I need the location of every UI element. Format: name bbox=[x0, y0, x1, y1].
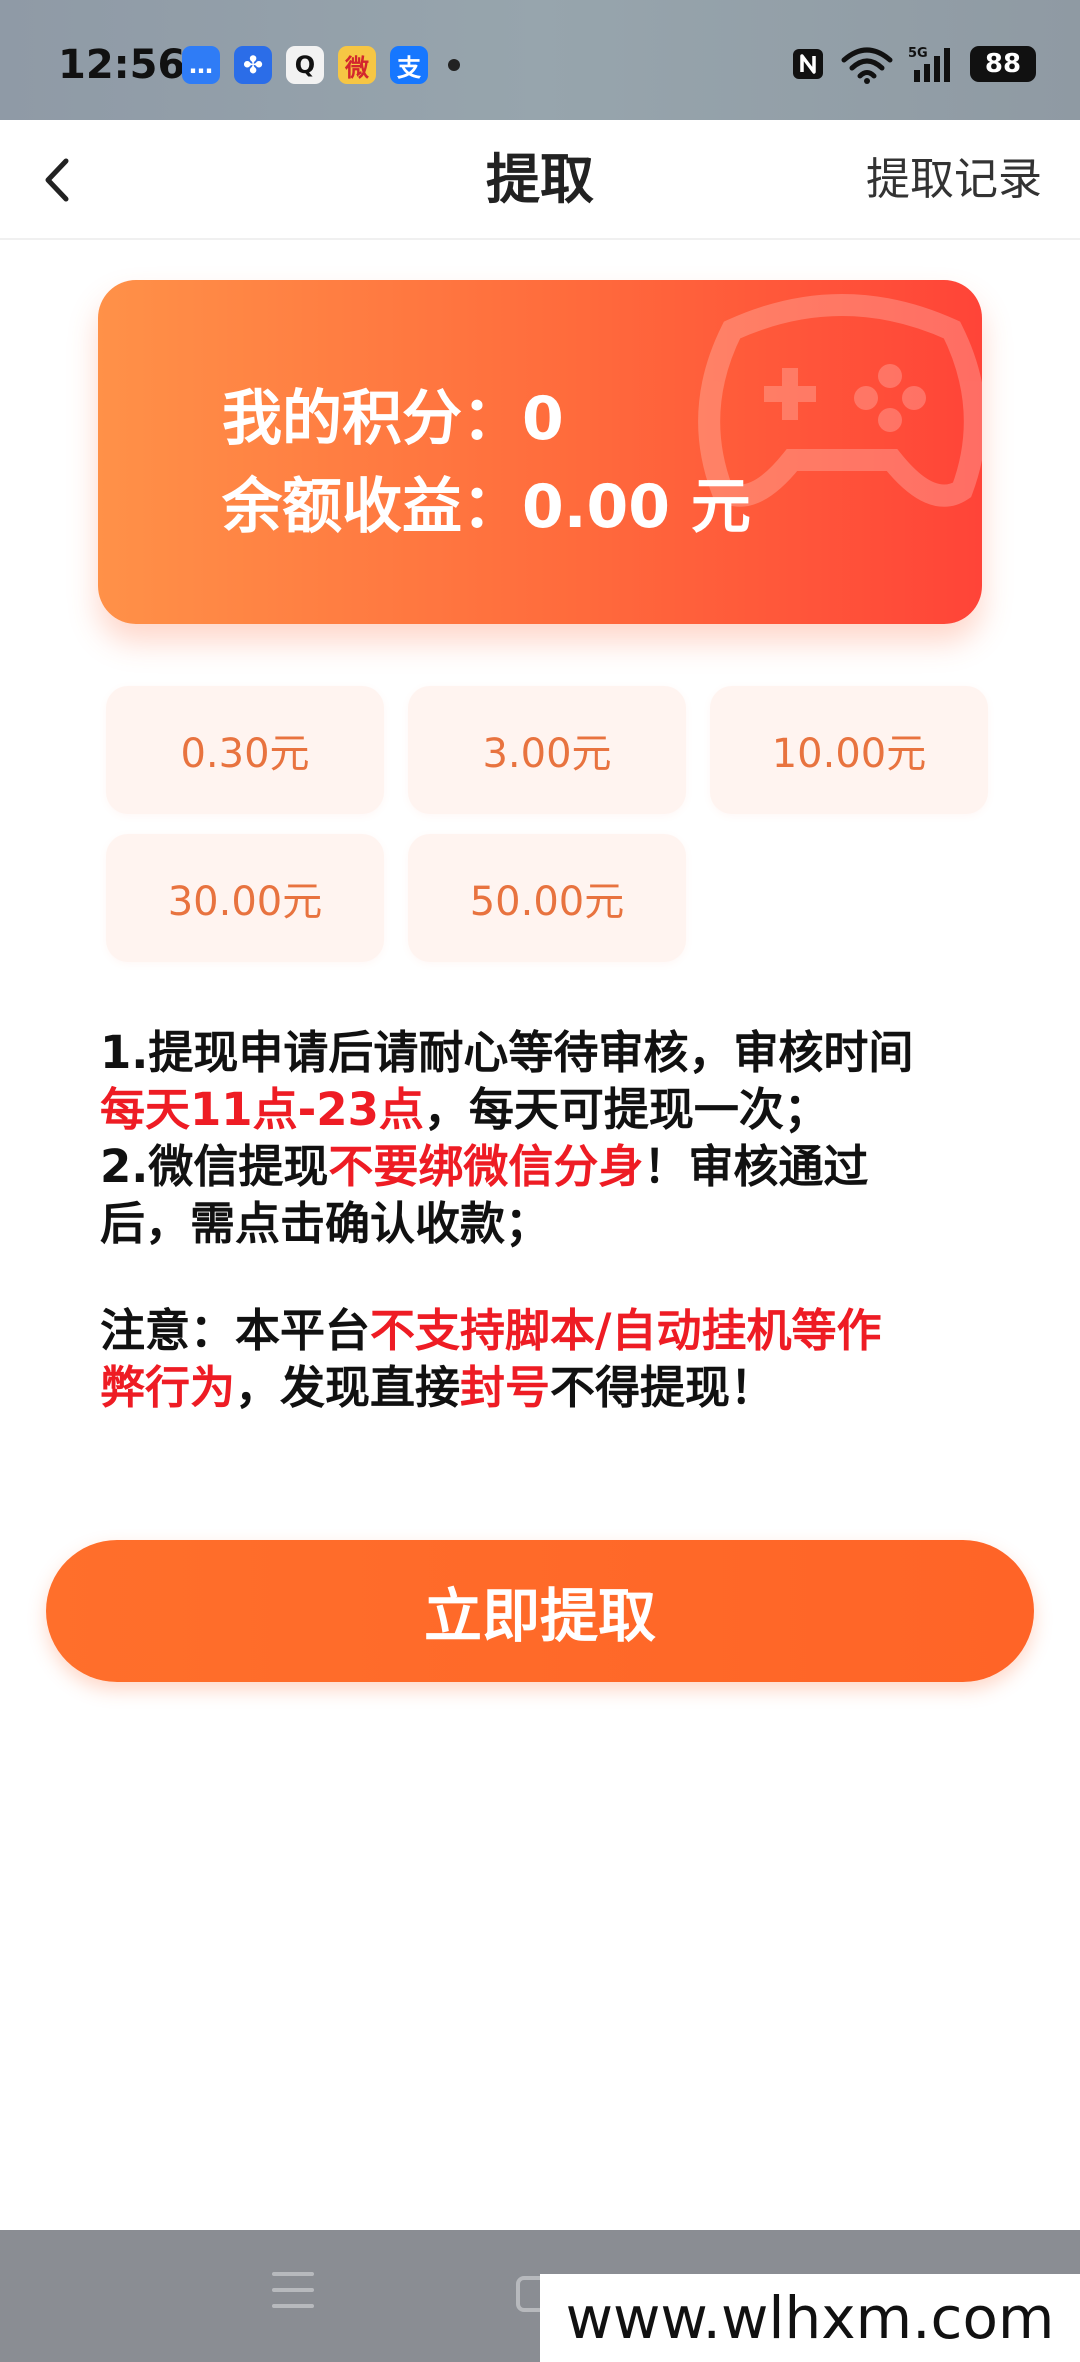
note-text: 1.提现申请后请耐心等待审核，审核时间 bbox=[100, 1026, 914, 1079]
note-highlight: 弊行为 bbox=[100, 1361, 236, 1414]
note-highlight: 不要绑微信分身 bbox=[328, 1140, 644, 1193]
app-root: 12:56 … ✤ Q 微 支 5G 88 提取 提取记录 我的积分：0 余额收… bbox=[0, 0, 1080, 2362]
status-bar: 12:56 … ✤ Q 微 支 5G 88 bbox=[0, 0, 1080, 120]
signal-5g-icon: 5G bbox=[908, 46, 950, 82]
pinwheel-app-icon: ✤ bbox=[234, 46, 272, 84]
status-time: 12:56 bbox=[58, 42, 186, 88]
battery-indicator: 88 bbox=[970, 46, 1036, 82]
points-row: 我的积分：0 bbox=[222, 370, 564, 457]
balance-label: 余额收益： bbox=[222, 472, 522, 542]
points-value: 0 bbox=[522, 384, 564, 454]
note-spacer bbox=[100, 1252, 980, 1302]
notification-icons: … ✤ Q 微 支 bbox=[182, 46, 460, 84]
note-highlight: 封号 bbox=[460, 1361, 551, 1414]
watermark-text: www.wlhxm.com bbox=[540, 2274, 1080, 2362]
note-highlight: 每天11点-23点 bbox=[100, 1083, 424, 1136]
note-line: 注意：本平台不支持脚本/自动挂机等作 bbox=[100, 1302, 980, 1359]
amount-option[interactable]: 30.00元 bbox=[106, 834, 384, 962]
note-highlight: 不支持脚本/自动挂机等作 bbox=[370, 1304, 882, 1357]
points-label: 我的积分： bbox=[222, 384, 522, 454]
note-line: 2.微信提现不要绑微信分身！审核通过 bbox=[100, 1138, 980, 1195]
wifi-icon bbox=[841, 47, 893, 84]
balance-card: 我的积分：0 余额收益：0.00 元 bbox=[98, 280, 982, 624]
note-text: ，发现直接 bbox=[235, 1361, 461, 1414]
note-line: 弊行为，发现直接封号不得提现！ bbox=[100, 1359, 980, 1416]
note-line: 1.提现申请后请耐心等待审核，审核时间 bbox=[100, 1024, 980, 1081]
page-header: 提取 提取记录 bbox=[0, 120, 1080, 240]
status-indicators: 5G 88 bbox=[790, 44, 1036, 84]
more-notifications-dot-icon bbox=[448, 59, 460, 71]
withdraw-notes: 1.提现申请后请耐心等待审核，审核时间 每天11点-23点，每天可提现一次； 2… bbox=[100, 1024, 980, 1416]
note-text: 2.微信提现 bbox=[100, 1140, 329, 1193]
amount-option[interactable]: 0.30元 bbox=[106, 686, 384, 814]
weibo-app-icon: 微 bbox=[338, 46, 376, 84]
back-button[interactable] bbox=[42, 140, 122, 220]
note-text: 注意：本平台 bbox=[100, 1304, 371, 1357]
alipay-app-icon: 支 bbox=[390, 46, 428, 84]
note-line: 每天11点-23点，每天可提现一次； bbox=[100, 1081, 980, 1138]
balance-row: 余额收益：0.00 元 bbox=[222, 458, 751, 545]
amount-option[interactable]: 10.00元 bbox=[710, 686, 988, 814]
withdraw-records-link[interactable]: 提取记录 bbox=[866, 120, 1042, 240]
nfc-icon bbox=[793, 49, 823, 79]
note-text: ，每天可提现一次； bbox=[423, 1083, 829, 1136]
balance-value: 0.00 元 bbox=[522, 472, 751, 542]
messages-app-icon: … bbox=[182, 46, 220, 84]
note-text: 后，需点击确认收款； bbox=[100, 1197, 551, 1250]
recent-apps-icon[interactable] bbox=[272, 2272, 314, 2312]
chevron-left-icon bbox=[45, 158, 69, 202]
note-line: 后，需点击确认收款； bbox=[100, 1195, 980, 1252]
note-text: 不得提现！ bbox=[550, 1361, 776, 1414]
amount-option[interactable]: 50.00元 bbox=[408, 834, 686, 962]
note-text: ！审核通过 bbox=[643, 1140, 869, 1193]
svg-text:5G: 5G bbox=[908, 46, 928, 61]
qq-app-icon: Q bbox=[286, 46, 324, 84]
amount-option[interactable]: 3.00元 bbox=[408, 686, 686, 814]
withdraw-now-button[interactable]: 立即提取 bbox=[46, 1540, 1034, 1682]
